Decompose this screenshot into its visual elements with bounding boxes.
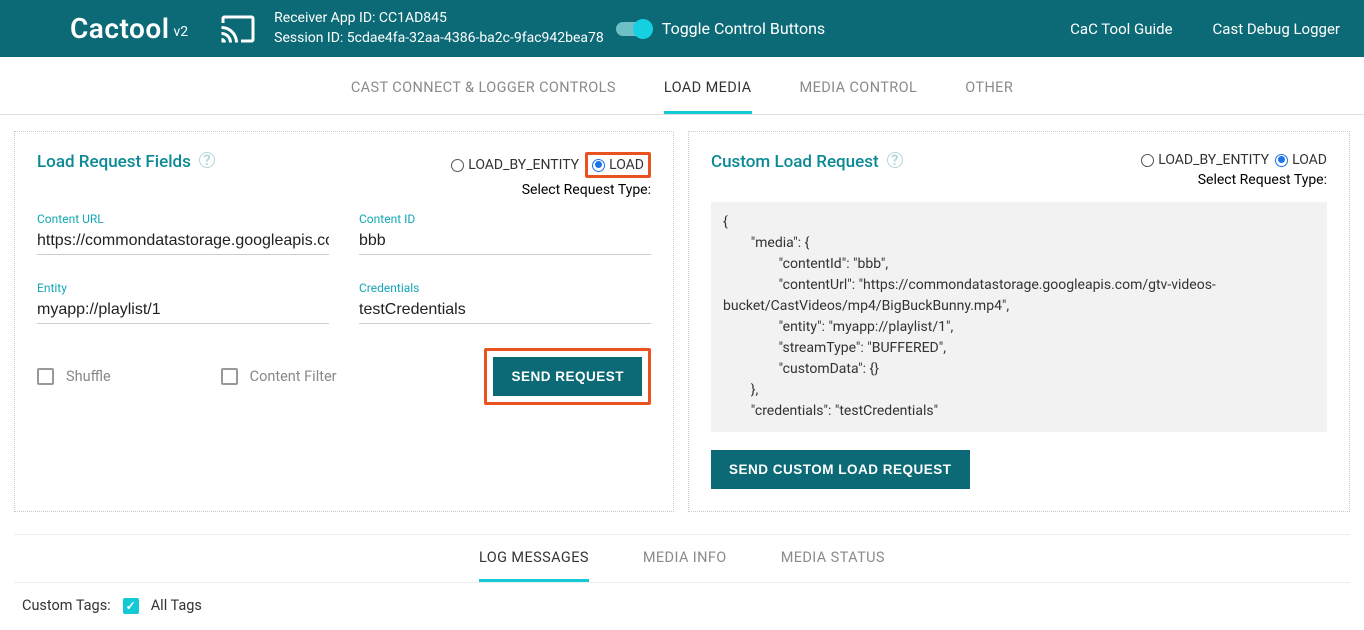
app-header: Cactool v2 Receiver App ID: CC1AD845 Ses…	[0, 0, 1364, 57]
logo-text: Cactool	[70, 12, 169, 45]
entity-input[interactable]	[37, 297, 329, 324]
send-custom-load-request-button[interactable]: SEND CUSTOM LOAD REQUEST	[711, 450, 970, 489]
radio-load-by-entity[interactable]	[451, 159, 464, 172]
send-request-button[interactable]: SEND REQUEST	[493, 357, 642, 396]
radio-load[interactable]	[592, 159, 605, 172]
shuffle-label: Shuffle	[66, 368, 111, 385]
radio-load-custom[interactable]	[1275, 154, 1288, 167]
custom-load-request-title: Custom Load Request	[711, 152, 879, 172]
content-id-label: Content ID	[359, 212, 651, 226]
tab-load-media[interactable]: LOAD MEDIA	[664, 63, 752, 114]
custom-tags-row: Custom Tags: ✓ All Tags	[14, 583, 1350, 628]
toggle-switch[interactable]	[616, 22, 650, 36]
lower-section: LOG MESSAGES MEDIA INFO MEDIA STATUS Cus…	[14, 534, 1350, 628]
help-icon[interactable]: ?	[199, 152, 215, 168]
credentials-label: Credentials	[359, 281, 651, 295]
content-id-input[interactable]	[359, 228, 651, 255]
shuffle-checkbox-item[interactable]: Shuffle	[37, 368, 111, 385]
tab-media-status[interactable]: MEDIA STATUS	[781, 535, 885, 582]
receiver-app-id: CC1AD845	[379, 10, 447, 26]
content-url-field: Content URL	[37, 212, 329, 255]
request-type-selector-custom: LOAD_BY_ENTITY LOAD Select Request Type:	[1141, 152, 1327, 188]
header-links: CaC Tool Guide Cast Debug Logger	[1070, 20, 1340, 38]
tab-media-control[interactable]: MEDIA CONTROL	[800, 63, 918, 114]
load-request-fields-title: Load Request Fields	[37, 152, 191, 172]
session-id-label: Session ID:	[274, 30, 343, 46]
entity-field: Entity	[37, 281, 329, 324]
highlight-load-radio: LOAD	[585, 152, 651, 178]
custom-load-request-panel: Custom Load Request ? LOAD_BY_ENTITY LOA…	[688, 131, 1350, 512]
app-logo: Cactool v2	[70, 12, 188, 45]
all-tags-label: All Tags	[151, 597, 202, 614]
request-type-selector: LOAD_BY_ENTITY LOAD Select Request Type:	[451, 152, 651, 198]
custom-request-json[interactable]: { "media": { "contentId": "bbb", "conten…	[711, 202, 1327, 432]
radio-load-by-entity-custom[interactable]	[1141, 154, 1154, 167]
toggle-control-buttons[interactable]: Toggle Control Buttons	[616, 19, 825, 38]
credentials-input[interactable]	[359, 297, 651, 324]
tab-cast-connect[interactable]: CAST CONNECT & LOGGER CONTROLS	[351, 63, 616, 114]
content-filter-checkbox-item[interactable]: Content Filter	[221, 368, 337, 385]
content-filter-label: Content Filter	[250, 368, 337, 385]
content-url-input[interactable]	[37, 228, 329, 255]
panel-row: Load Request Fields ? LOAD_BY_ENTITY LOA…	[0, 115, 1364, 532]
cast-icon[interactable]	[216, 11, 260, 47]
credentials-field: Credentials	[359, 281, 651, 324]
custom-tags-label: Custom Tags:	[22, 597, 111, 614]
all-tags-checkbox[interactable]: ✓	[123, 598, 139, 614]
session-id: 5cdae4fa-32aa-4386-ba2c-9fac942bea78	[347, 30, 604, 46]
radio-load-by-entity-label: LOAD_BY_ENTITY	[468, 157, 579, 173]
entity-label: Entity	[37, 281, 329, 295]
tab-log-messages[interactable]: LOG MESSAGES	[479, 535, 589, 582]
radio-load-by-entity-label-custom: LOAD_BY_ENTITY	[1158, 152, 1269, 168]
content-url-label: Content URL	[37, 212, 329, 226]
shuffle-checkbox[interactable]	[37, 368, 54, 385]
main-tabs: CAST CONNECT & LOGGER CONTROLS LOAD MEDI…	[0, 63, 1364, 115]
receiver-app-id-label: Receiver App ID:	[274, 10, 375, 26]
help-icon[interactable]: ?	[887, 152, 903, 168]
cast-debug-logger-link[interactable]: Cast Debug Logger	[1213, 20, 1340, 38]
content-filter-checkbox[interactable]	[221, 368, 238, 385]
tab-media-info[interactable]: MEDIA INFO	[643, 535, 727, 582]
load-request-fields-panel: Load Request Fields ? LOAD_BY_ENTITY LOA…	[14, 131, 674, 512]
request-type-label-custom: Select Request Type:	[1141, 172, 1327, 188]
toggle-label: Toggle Control Buttons	[662, 19, 825, 38]
highlight-send-request: SEND REQUEST	[484, 348, 651, 405]
logo-version: v2	[173, 24, 188, 40]
lower-tabs: LOG MESSAGES MEDIA INFO MEDIA STATUS	[14, 535, 1350, 583]
tab-other[interactable]: OTHER	[965, 63, 1013, 114]
cac-tool-guide-link[interactable]: CaC Tool Guide	[1070, 20, 1172, 38]
request-type-label: Select Request Type:	[451, 182, 651, 198]
content-id-field: Content ID	[359, 212, 651, 255]
session-ids: Receiver App ID: CC1AD845 Session ID: 5c…	[274, 9, 604, 48]
radio-load-label-custom: LOAD	[1292, 152, 1327, 168]
radio-load-label: LOAD	[609, 157, 644, 173]
